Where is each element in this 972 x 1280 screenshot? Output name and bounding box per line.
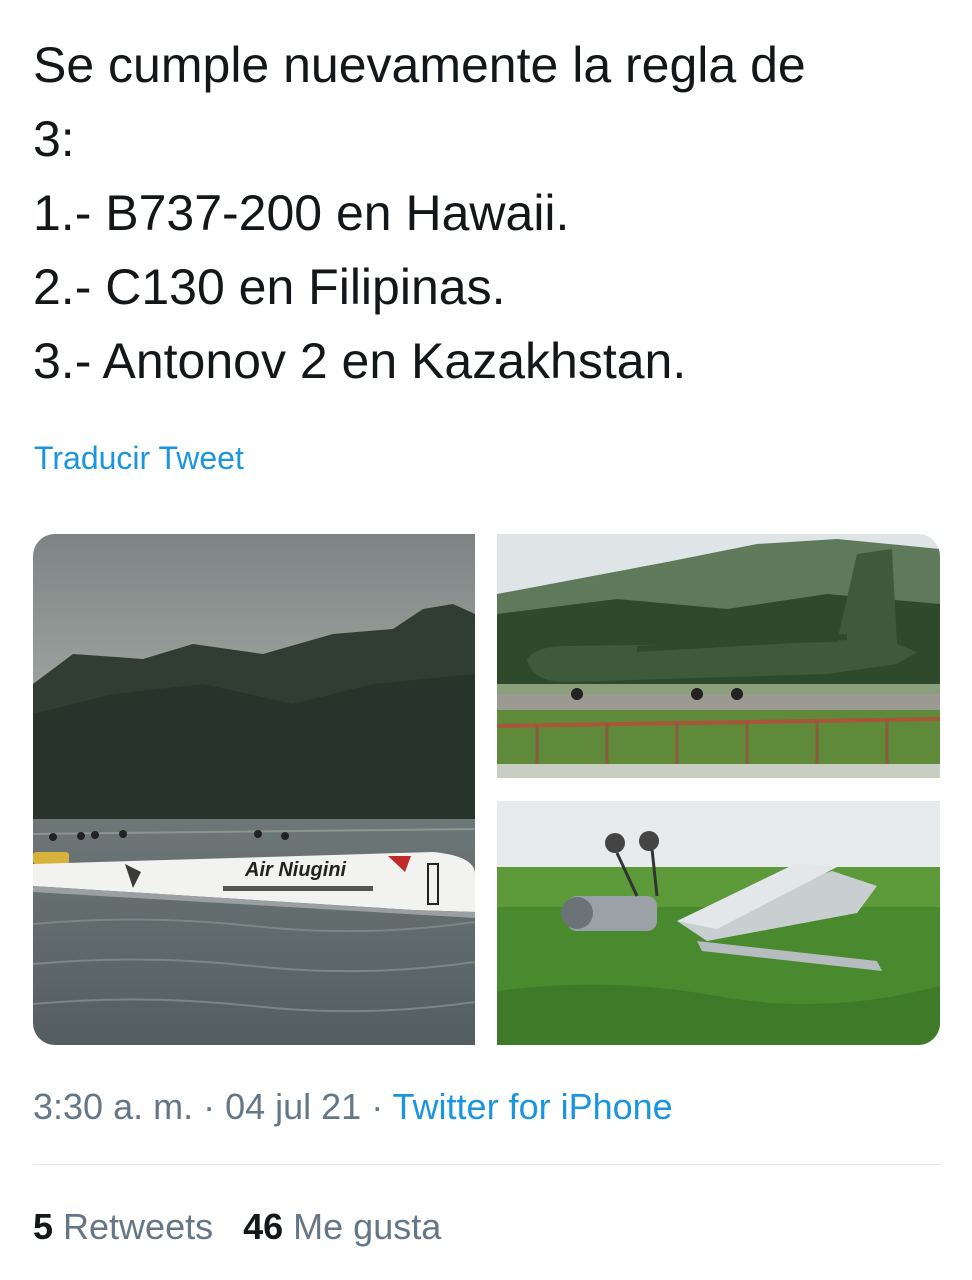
tweet-time: 3:30 a. m. [33,1086,194,1127]
tweet-source-link[interactable]: Twitter for iPhone [393,1086,673,1127]
photo-antonov-overturned[interactable] [497,801,940,1045]
tweet-line: 3.- Antonov 2 en Kazakhstan. [33,333,687,389]
tweet-line: 3: [33,111,75,167]
retweets-stat[interactable]: 5 Retweets [33,1206,213,1247]
photo-c130-runway[interactable] [497,534,940,778]
retweets-label: Retweets [53,1206,214,1247]
media-grid: Air Niugini [33,534,940,1045]
divider [33,1164,940,1165]
likes-label: Me gusta [283,1206,442,1247]
photo-airniugini-water[interactable]: Air Niugini [33,534,475,1045]
tweet-line: 1.- B737-200 en Hawaii. [33,185,570,241]
meta-separator: · [193,1086,226,1127]
tweet-text: Se cumple nuevamente la regla de 3: 1.- … [33,28,943,398]
translate-tweet-link[interactable]: Traducir Tweet [34,440,244,477]
airline-text: Air Niugini [244,859,347,881]
tweet-line: 2.- C130 en Filipinas. [33,259,506,315]
tweet-stats: 5 Retweets 46 Me gusta [33,1206,441,1248]
photo-airniugini-image: Air Niugini [33,534,475,1045]
likes-stat[interactable]: 46 Me gusta [243,1206,441,1247]
photo-c130-image [497,534,940,778]
meta-separator: · [361,1086,393,1127]
tweet-meta: 3:30 a. m. · 04 jul 21 · Twitter for iPh… [33,1086,673,1128]
tweet-line: Se cumple nuevamente la regla de [33,37,806,93]
photo-antonov-image [497,801,940,1045]
tweet-date: 04 jul 21 [225,1086,362,1127]
retweets-count: 5 [33,1206,54,1247]
likes-count: 46 [243,1206,284,1247]
